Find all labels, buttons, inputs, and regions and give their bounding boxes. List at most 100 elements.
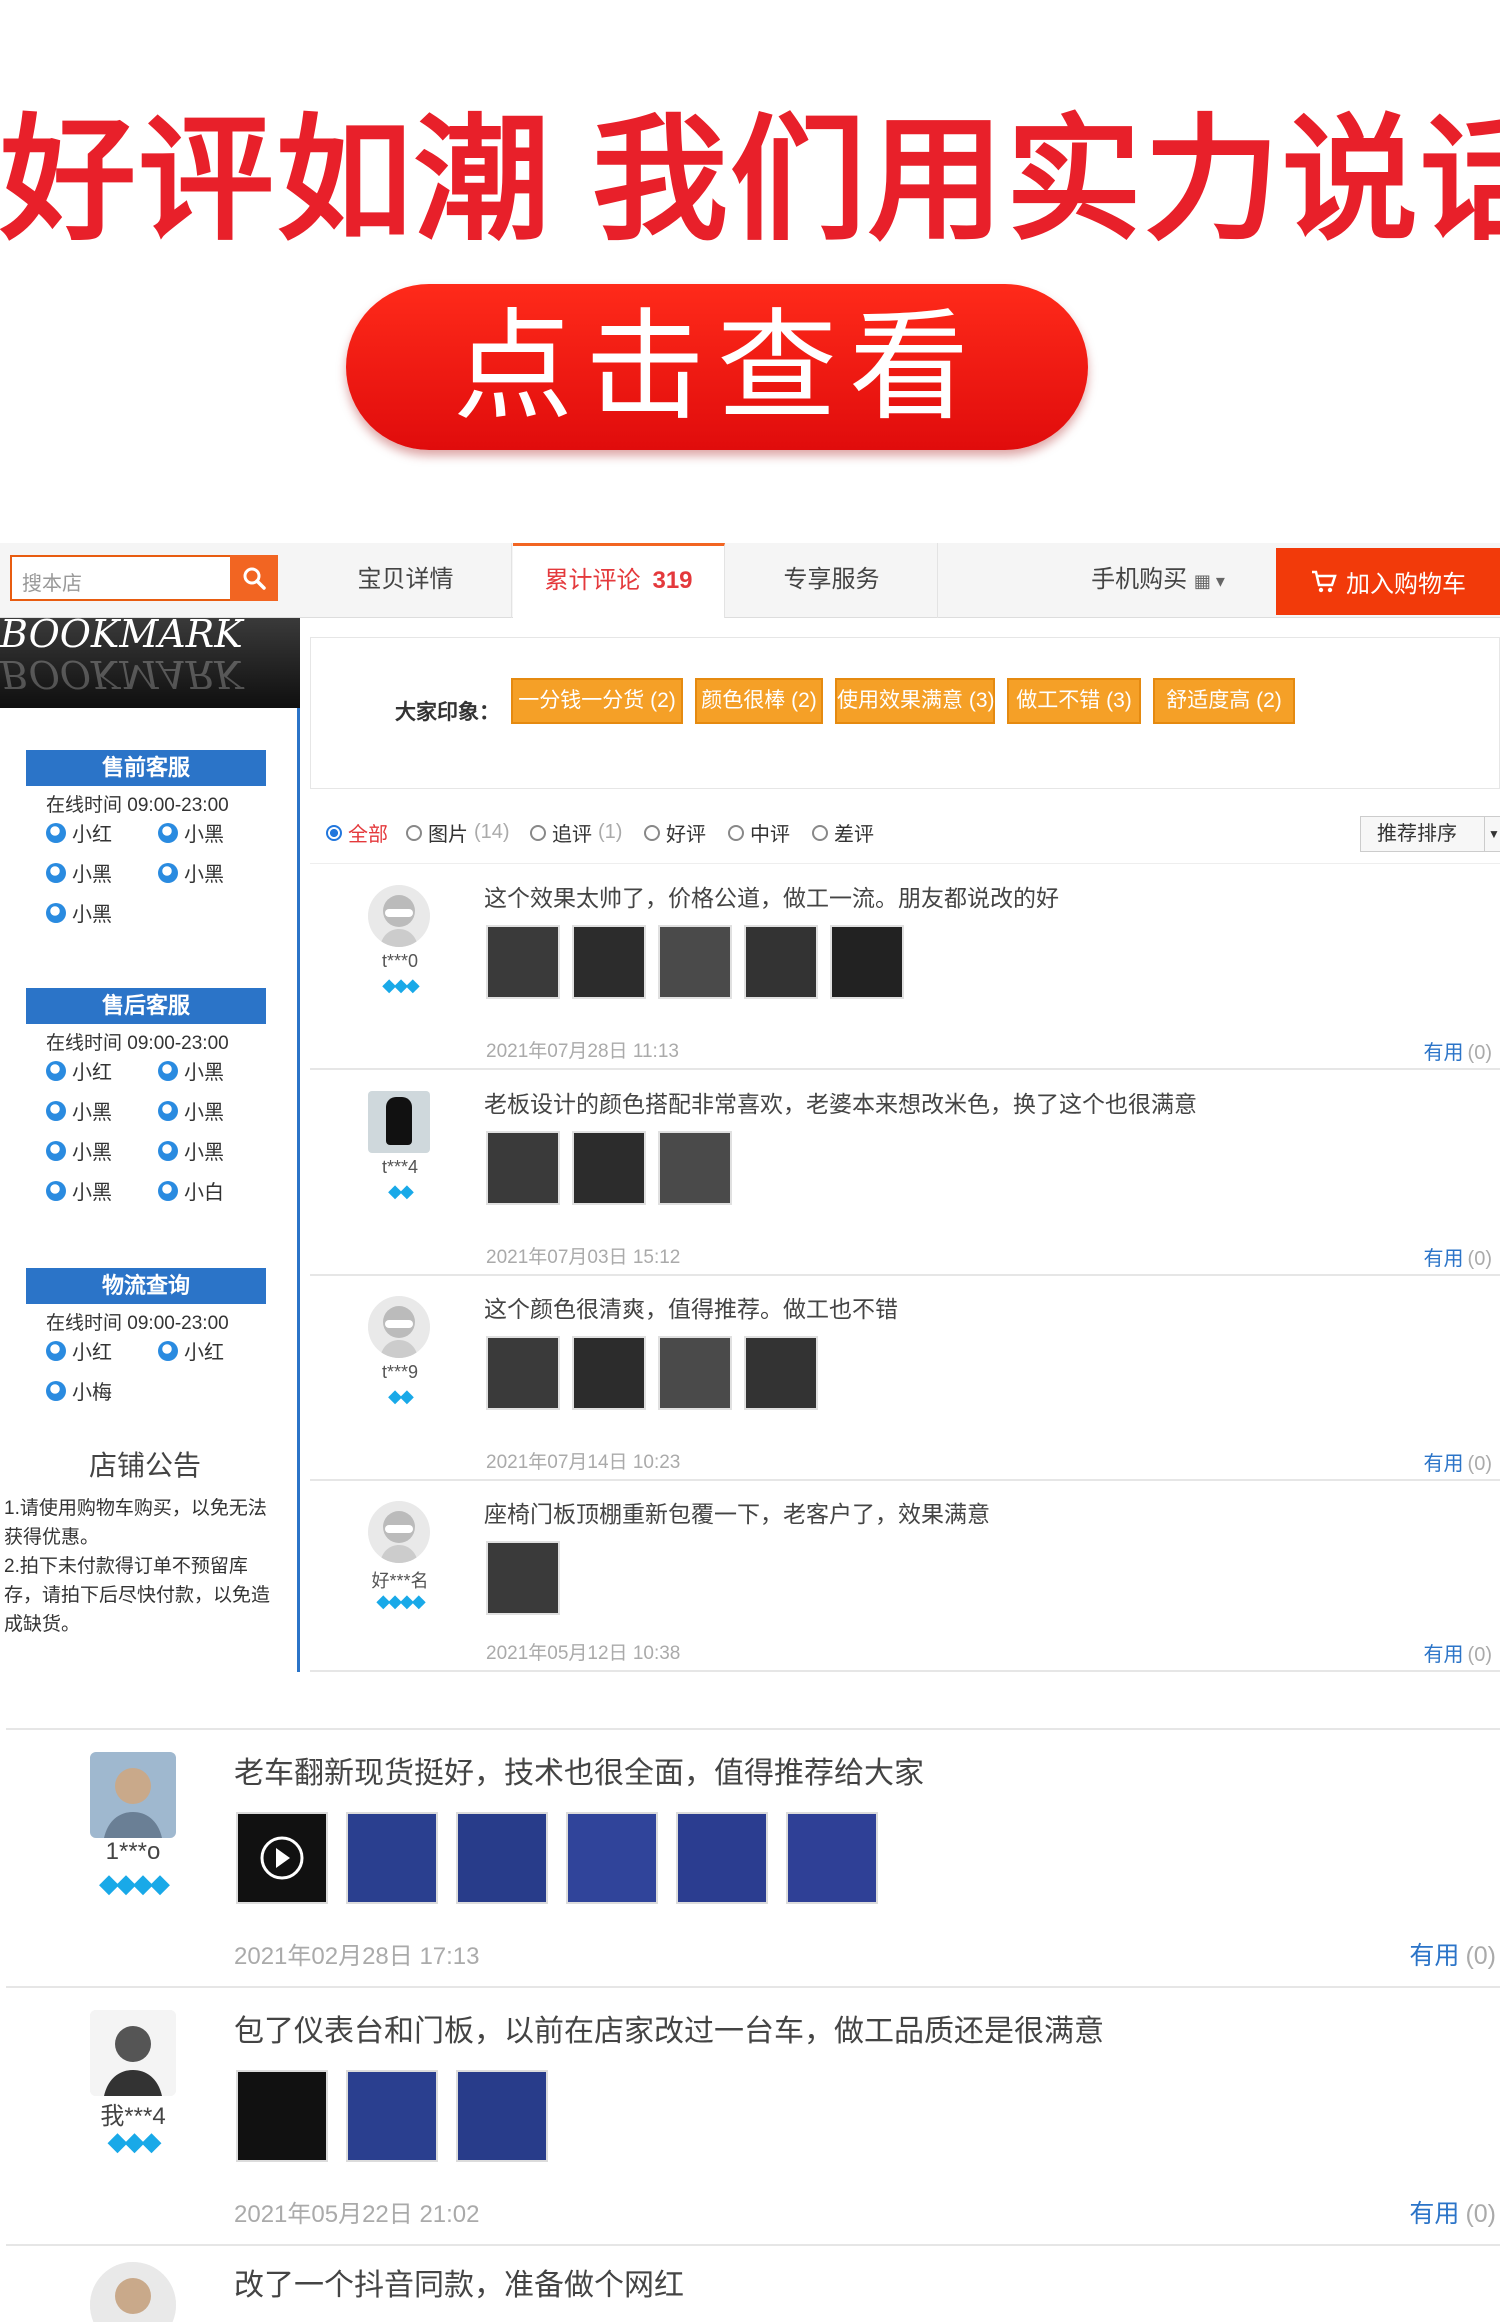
review-photo-thumbnail[interactable] xyxy=(658,925,732,999)
useful-button[interactable]: 有用 (0) xyxy=(1409,1936,1496,1972)
avatar xyxy=(368,1501,430,1563)
review-photo-thumbnail[interactable] xyxy=(744,1336,818,1410)
tab-mobile-buy[interactable]: 手机购买 ▦ ▾ xyxy=(1040,543,1276,618)
service-agent[interactable]: 小黑 xyxy=(46,1136,112,1165)
review-item: t***9 ◆◆ 这个颜色很清爽，值得推荐。做工也不错 2021年07月14日 10:… xyxy=(310,1276,1500,1481)
tab-reviews[interactable]: 累计评论 319 xyxy=(513,543,725,618)
filter-count: (14) xyxy=(474,821,510,843)
service-group-title: 售前客服 xyxy=(26,750,266,786)
review-photo-thumbnail[interactable] xyxy=(566,1812,658,1904)
review-photo-thumbnail[interactable] xyxy=(456,1812,548,1904)
useful-label: 有用 xyxy=(1423,1644,1464,1666)
review-photo-thumbnail[interactable] xyxy=(744,925,818,999)
wangwang-icon xyxy=(158,1100,178,1121)
useful-button[interactable]: 有用 (0) xyxy=(1424,1638,1492,1667)
filter-positive[interactable]: 好评 xyxy=(644,818,706,847)
review-photo-thumbnail[interactable] xyxy=(486,925,560,999)
avatar xyxy=(90,2262,176,2322)
impression-tag[interactable]: 一分钱一分货 (2) xyxy=(511,678,683,724)
review-date: 2021年05月12日 10:38 xyxy=(486,1643,681,1664)
review-text: 包了仪表台和门板，以前在店家改过一台车，做工品质还是很满意 xyxy=(234,2015,1104,2048)
review-photo-thumbnail[interactable] xyxy=(456,2070,548,2162)
review-date: 2021年05月22日 21:02 xyxy=(234,2201,480,2228)
filter-all[interactable]: 全部 xyxy=(326,818,388,847)
review-photo-thumbnail[interactable] xyxy=(572,925,646,999)
service-agent[interactable]: 小黑 xyxy=(158,1096,224,1125)
chevron-down-icon[interactable]: ▼ xyxy=(1484,816,1500,852)
useful-label: 有用 xyxy=(1423,1453,1464,1475)
review-photo-thumbnail[interactable] xyxy=(572,1336,646,1410)
useful-button[interactable]: 有用 (0) xyxy=(1424,1242,1492,1271)
search-button[interactable] xyxy=(230,555,278,601)
impression-tag[interactable]: 颜色很棒 (2) xyxy=(695,678,823,724)
agent-name: 小黑 xyxy=(184,864,224,886)
add-to-cart-button[interactable]: 加入购物车 xyxy=(1276,548,1500,615)
service-agent[interactable]: 小黑 xyxy=(46,1176,112,1205)
useful-button[interactable]: 有用 (0) xyxy=(1424,1036,1492,1065)
impression-tag[interactable]: 做工不错 (3) xyxy=(1007,678,1141,724)
filter-followup[interactable]: 追评 (1) xyxy=(530,818,622,847)
review-photo-thumbnail[interactable] xyxy=(658,1336,732,1410)
notice-line: 2.拍下未付款得订单不预留库存，请拍下后尽快付款，以免造成缺货。 xyxy=(4,1556,271,1635)
avatar xyxy=(368,1296,430,1358)
filter-label: 差评 xyxy=(834,824,874,846)
agent-name: 小白 xyxy=(184,1182,224,1204)
service-agent[interactable]: 小红 xyxy=(158,1336,224,1365)
service-agent[interactable]: 小黑 xyxy=(158,1136,224,1165)
service-agent[interactable]: 小黑 xyxy=(158,858,224,887)
review-photo-thumbnail[interactable] xyxy=(658,1131,732,1205)
wangwang-icon xyxy=(46,902,66,923)
filter-photos[interactable]: 图片 (14) xyxy=(406,818,510,847)
review-photo-thumbnail[interactable] xyxy=(830,925,904,999)
agent-name: 小黑 xyxy=(184,1142,224,1164)
shop-search-input[interactable]: 搜本店 xyxy=(10,555,232,601)
service-agent[interactable]: 小黑 xyxy=(158,1056,224,1085)
review-photo-thumbnail[interactable] xyxy=(346,2070,438,2162)
service-agent[interactable]: 小白 xyxy=(158,1176,224,1205)
filter-label: 中评 xyxy=(750,824,790,846)
service-agent[interactable]: 小黑 xyxy=(46,1096,112,1125)
service-agent[interactable]: 小黑 xyxy=(46,898,112,927)
service-agent[interactable]: 小梅 xyxy=(46,1376,112,1405)
review-photo-thumbnail[interactable] xyxy=(786,1812,878,1904)
review-photo-thumbnail[interactable] xyxy=(346,1812,438,1904)
service-agent[interactable]: 小红 xyxy=(46,1336,112,1365)
useful-label: 有用 xyxy=(1423,1042,1464,1064)
reviewer-name: t***0 xyxy=(381,951,419,971)
review-text: 这个效果太帅了，价格公道，做工一流。朋友都说改的好 xyxy=(484,885,1059,911)
cart-label: 加入购物车 xyxy=(1346,571,1466,598)
review-filter-bar: 全部 图片 (14) 追评 (1) 好评 中评 差评 推荐排序 ▼ xyxy=(310,800,1500,864)
tab-label: 专享服务 xyxy=(783,566,880,593)
service-agent[interactable]: 小红 xyxy=(46,818,112,847)
tab-item-details[interactable]: 宝贝详情 xyxy=(300,543,512,618)
review-photo-thumbnail[interactable] xyxy=(236,2070,328,2162)
impression-tag[interactable]: 舒适度高 (2) xyxy=(1153,678,1295,724)
review-photo-thumbnail[interactable] xyxy=(486,1336,560,1410)
review-text: 老板设计的颜色搭配非常喜欢，老婆本来想改米色，换了这个也很满意 xyxy=(484,1091,1197,1117)
review-photo-thumbnail[interactable] xyxy=(572,1131,646,1205)
review-video-thumbnail[interactable] xyxy=(236,1812,328,1904)
impression-tag[interactable]: 使用效果满意 (3) xyxy=(835,678,995,724)
review-photo-thumbnail[interactable] xyxy=(486,1131,560,1205)
agent-name: 小黑 xyxy=(72,904,112,926)
tab-service[interactable]: 专享服务 xyxy=(726,543,938,618)
review-photo-thumbnail[interactable] xyxy=(676,1812,768,1904)
useful-count: (0) xyxy=(1465,2200,1496,2228)
review-photos xyxy=(486,1336,818,1410)
view-details-button[interactable]: 点击查看 xyxy=(346,284,1088,450)
service-agent[interactable]: 小红 xyxy=(46,1056,112,1085)
useful-button[interactable]: 有用 (0) xyxy=(1409,2194,1496,2230)
service-agent[interactable]: 小黑 xyxy=(46,858,112,887)
filter-neutral[interactable]: 中评 xyxy=(728,818,790,847)
filter-label: 全部 xyxy=(348,824,388,846)
filter-negative[interactable]: 差评 xyxy=(812,818,874,847)
useful-button[interactable]: 有用 (0) xyxy=(1424,1447,1492,1476)
review-text: 老车翻新现货挺好，技术也很全面，值得推荐给大家 xyxy=(234,1757,924,1790)
sort-select[interactable]: 推荐排序 xyxy=(1360,816,1488,852)
review-photo-thumbnail[interactable] xyxy=(486,1541,560,1615)
service-hours: 在线时间 09:00-23:00 xyxy=(46,795,229,816)
wangwang-icon xyxy=(46,862,66,883)
avatar xyxy=(368,885,430,947)
service-agent[interactable]: 小黑 xyxy=(158,818,224,847)
shop-logo: BOOKMARK BOOKMARK xyxy=(0,618,300,708)
